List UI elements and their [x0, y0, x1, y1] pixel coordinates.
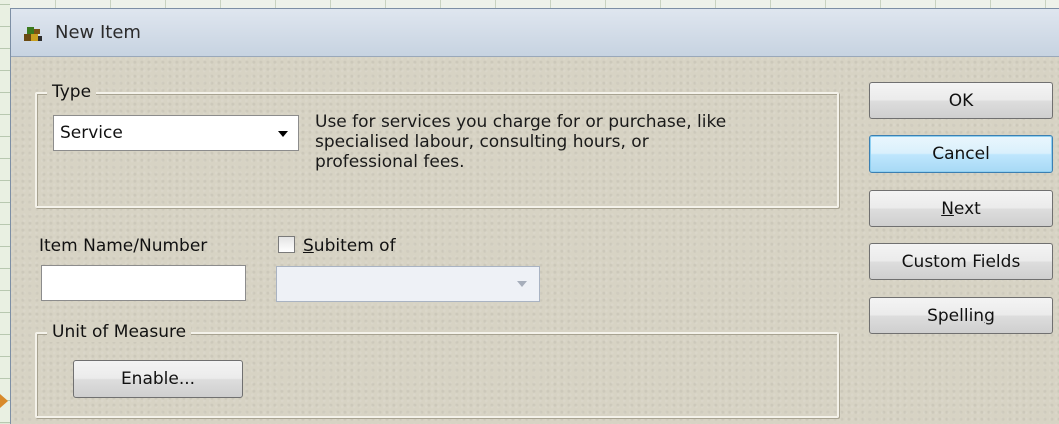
background-spreadsheet-column [0, 0, 10, 423]
type-dropdown[interactable]: Service [53, 115, 299, 151]
subitem-label[interactable]: Subitem of [303, 236, 396, 256]
custom-fields-button[interactable]: Custom Fields [869, 243, 1053, 280]
type-description-line: professional fees. [315, 152, 465, 172]
unit-of-measure-groupbox: Unit of Measure Enable... [35, 322, 839, 418]
item-name-input[interactable] [41, 265, 246, 301]
spelling-label-text: Spellin [927, 305, 985, 326]
next-accesskey: N [941, 198, 954, 219]
enable-button[interactable]: Enable... [73, 360, 243, 398]
next-button[interactable]: Next [869, 190, 1053, 227]
row-marker-arrow-icon [0, 394, 8, 408]
ok-button-label: OK [948, 90, 974, 111]
cancel-button-label: Cancel [932, 144, 990, 164]
background-spreadsheet-grid [0, 0, 1059, 8]
type-legend: Type [47, 82, 97, 102]
unit-of-measure-legend: Unit of Measure [47, 322, 192, 342]
next-label-text: ext [953, 198, 981, 219]
new-item-dialog: New Item Type Service Use for services y… [10, 8, 1059, 424]
type-dropdown-value: Service [60, 123, 123, 143]
dialog-title: New Item [55, 22, 141, 43]
chevron-down-icon [517, 281, 527, 287]
cancel-button[interactable]: Cancel [869, 135, 1053, 173]
spelling-accesskey: g [984, 305, 995, 326]
dialog-titlebar[interactable]: New Item [11, 9, 1059, 57]
subitem-label-accesskey: S [303, 236, 314, 256]
spelling-button[interactable]: Spelling [869, 297, 1053, 334]
subitem-dropdown[interactable] [276, 266, 540, 302]
spelling-button-label: Spelling [927, 306, 995, 326]
dropdown-arrow-icon[interactable] [278, 131, 288, 137]
subitem-checkbox[interactable] [278, 236, 295, 253]
type-description: Use for services you charge for or purch… [315, 112, 815, 172]
next-button-label: Next [941, 199, 981, 219]
custom-fields-button-label: Custom Fields [901, 251, 1021, 272]
type-description-line: Use for services you charge for or purch… [315, 112, 727, 132]
type-description-line: specialised labour, consulting hours, or [315, 132, 649, 152]
ok-button[interactable]: OK [869, 82, 1053, 119]
item-name-label: Item Name/Number [39, 236, 208, 256]
enable-button-label: Enable... [120, 369, 196, 389]
item-stack-icon [21, 21, 45, 45]
type-groupbox: Type Service Use for services you charge… [35, 82, 839, 208]
subitem-label-text: ubitem of [313, 236, 396, 256]
